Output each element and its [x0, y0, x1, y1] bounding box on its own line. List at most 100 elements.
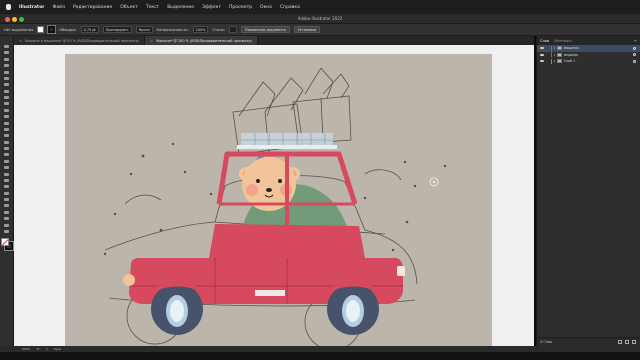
paintbrush-icon[interactable]: [2, 101, 11, 106]
shaper-icon[interactable]: [2, 114, 11, 119]
delete-layer-icon[interactable]: [632, 340, 636, 344]
pen-icon[interactable]: [2, 70, 11, 75]
mesh-icon-glyph: [4, 172, 9, 176]
free-transform-icon[interactable]: [2, 152, 11, 157]
rotate-icon-glyph: [4, 127, 9, 131]
zoom-level[interactable]: 200%: [22, 347, 31, 351]
type-icon-glyph: [4, 83, 9, 87]
menu-help[interactable]: Справка: [280, 5, 300, 10]
panel-footer-icons: [618, 340, 636, 344]
layer-target-icon[interactable]: [633, 59, 636, 63]
mesh-icon[interactable]: [2, 172, 11, 177]
menu-edit[interactable]: Редактирование: [73, 5, 112, 10]
lock-toggle[interactable]: [546, 47, 549, 50]
roof-rack: [237, 133, 337, 149]
stroke-profile-dropdown[interactable]: Пропорцион.: [102, 26, 132, 33]
opacity-label[interactable]: Непрозрачность:: [157, 28, 189, 32]
graphic-style-dropdown[interactable]: [229, 26, 238, 33]
layer-row[interactable]: Слой 1: [537, 58, 640, 65]
blend-icon[interactable]: [2, 191, 11, 196]
type-icon[interactable]: [2, 82, 11, 87]
opacity-field[interactable]: 100%: [192, 26, 209, 33]
selection-icon-glyph: [4, 45, 9, 49]
menu-bar: Illustrator Файл Редактирование Объект Т…: [0, 0, 640, 14]
tab-document-2[interactable]: × Машина* @ 200 % (RGB/Предварительный п…: [145, 36, 258, 45]
layer-thumbnail: [556, 52, 562, 57]
menu-window[interactable]: Окно: [260, 5, 272, 10]
close-tab-icon[interactable]: ×: [19, 39, 22, 43]
shape-builder-icon[interactable]: [2, 159, 11, 164]
scale-icon[interactable]: [2, 133, 11, 138]
menu-effect[interactable]: Эффект: [202, 5, 221, 10]
eyedropper-icon[interactable]: [2, 184, 11, 189]
line-icon[interactable]: [2, 89, 11, 94]
fill-stroke-swatches[interactable]: [0, 238, 14, 252]
layer-name[interactable]: Слой 1: [564, 59, 575, 63]
direct-selection-icon[interactable]: [2, 50, 11, 55]
magic-wand-icon[interactable]: [2, 57, 11, 62]
apple-icon[interactable]: [6, 4, 11, 10]
curvature-icon[interactable]: [2, 76, 11, 81]
stroke-weight-field[interactable]: 0,75 pt: [80, 26, 99, 33]
menu-select[interactable]: Выделение: [167, 5, 194, 10]
expand-triangle-icon[interactable]: [553, 47, 555, 50]
layer-name[interactable]: медведь: [564, 53, 579, 57]
width-icon-glyph: [4, 140, 9, 144]
panel-menu-icon[interactable]: ≡: [634, 38, 637, 43]
rotation-angle[interactable]: 0°: [37, 347, 40, 351]
width-icon[interactable]: [2, 140, 11, 145]
tab-layers[interactable]: Слои: [540, 39, 549, 43]
tab-document-1[interactable]: × Машина в машинке* @ 50 % (RGB/Предвари…: [14, 36, 146, 45]
hand-icon[interactable]: [2, 223, 11, 228]
graph-icon[interactable]: [2, 203, 11, 208]
control-bar: Нет выделения Обводка: 0,75 pt Пропорцио…: [0, 24, 640, 36]
pencil-icon[interactable]: [2, 108, 11, 113]
lock-toggle[interactable]: [546, 53, 549, 56]
layer-target-icon[interactable]: [633, 46, 636, 50]
rotate-icon[interactable]: [2, 127, 11, 132]
document-setup-button[interactable]: Параметры документа: [241, 26, 290, 33]
canvas[interactable]: [14, 45, 534, 346]
menu-view[interactable]: Просмотр: [229, 5, 252, 10]
new-sublayer-icon[interactable]: [618, 340, 622, 344]
free-transform-icon-glyph: [4, 153, 9, 157]
selection-icon[interactable]: [2, 44, 11, 49]
visibility-eye-icon[interactable]: [540, 47, 544, 50]
slice-icon[interactable]: [2, 216, 11, 221]
lasso-icon[interactable]: [2, 63, 11, 68]
warp-icon[interactable]: [2, 146, 11, 151]
perspective-icon[interactable]: [2, 165, 11, 170]
expand-triangle-icon[interactable]: [553, 60, 555, 63]
rectangle-icon[interactable]: [2, 95, 11, 100]
brush-dropdown[interactable]: Round: [135, 26, 153, 33]
menu-object[interactable]: Объект: [120, 5, 138, 10]
gradient-icon[interactable]: [2, 178, 11, 183]
artboard-icon[interactable]: [2, 210, 11, 215]
close-tab-icon[interactable]: ×: [150, 39, 153, 43]
fill-swatch[interactable]: [37, 26, 45, 33]
layer-name[interactable]: машинка: [564, 46, 579, 50]
stroke-swatch[interactable]: [47, 25, 57, 34]
visibility-eye-icon[interactable]: [540, 60, 544, 63]
title-bar: Adobe Illustrator 2022: [0, 14, 640, 24]
stroke-label[interactable]: Обводка:: [59, 28, 76, 32]
artboard-number[interactable]: 1: [46, 347, 48, 351]
tab-artboards[interactable]: Монтажн: [554, 39, 572, 43]
lock-toggle[interactable]: [546, 60, 549, 63]
eyedropper-icon-glyph: [4, 185, 9, 189]
new-layer-icon[interactable]: [625, 340, 629, 344]
preferences-button[interactable]: Установки: [293, 26, 321, 33]
layer-target-icon[interactable]: [633, 53, 636, 57]
artboard[interactable]: [65, 54, 492, 346]
expand-triangle-icon[interactable]: [553, 53, 555, 56]
perspective-icon-glyph: [4, 166, 9, 170]
symbol-sprayer-icon[interactable]: [2, 197, 11, 202]
panel-tabs: Слои Монтажн: [537, 36, 640, 45]
eraser-icon[interactable]: [2, 121, 11, 126]
zoom-icon[interactable]: [2, 229, 11, 234]
tab-label: Машина в машинке* @ 50 % (RGB/Предварите…: [25, 38, 140, 43]
visibility-eye-icon[interactable]: [540, 53, 544, 56]
app-name-menu[interactable]: Illustrator: [19, 5, 45, 10]
menu-file[interactable]: Файл: [53, 5, 65, 10]
menu-type[interactable]: Текст: [146, 5, 159, 10]
